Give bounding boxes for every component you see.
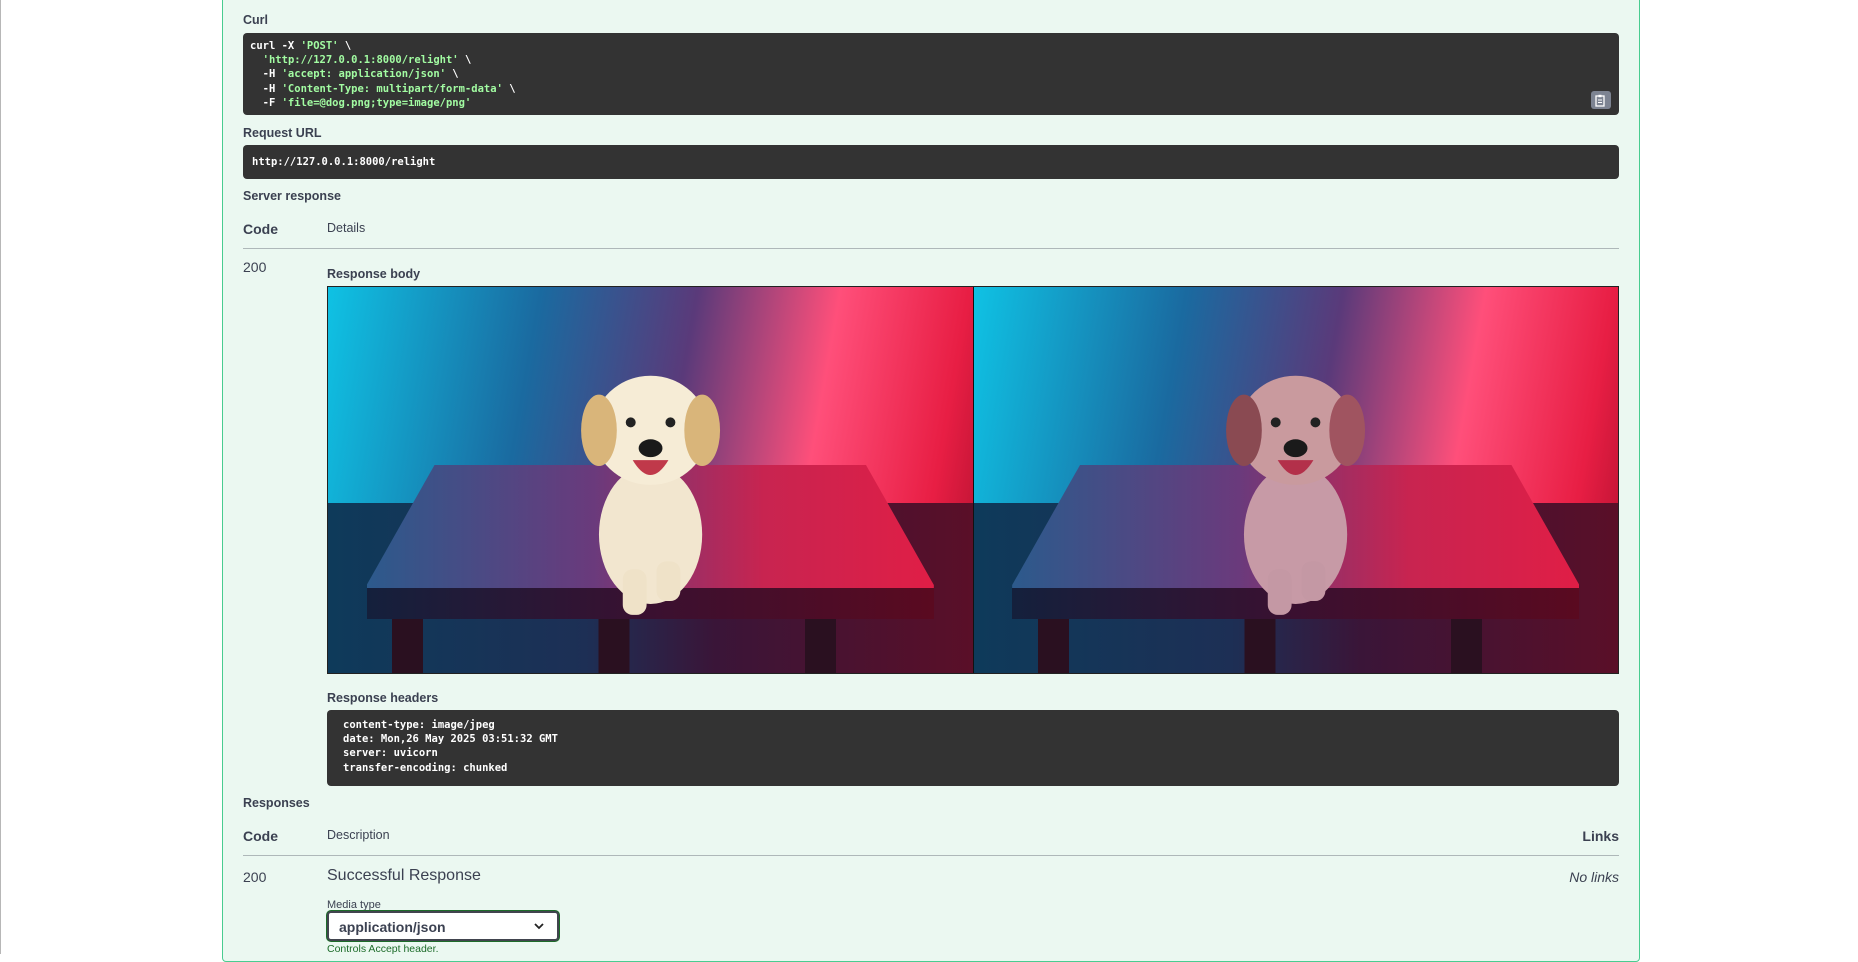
window-left-edge	[0, 0, 1, 954]
table-divider	[243, 248, 1619, 249]
response-status-code: 200	[243, 259, 267, 275]
response-description: Successful Response	[327, 867, 481, 884]
response-body-label: Response body	[327, 267, 421, 281]
request-url-block[interactable]: http://127.0.0.1:8000/relight	[243, 145, 1619, 179]
chevron-down-icon	[534, 923, 544, 930]
dog-figure	[580, 375, 720, 615]
original-image	[328, 287, 973, 673]
media-type-select[interactable]: application/json	[327, 911, 559, 941]
curl-line: -H 'Content-Type: multipart/form-data' \	[250, 82, 516, 95]
server-response-code-header: Code	[243, 221, 278, 237]
media-type-value: application/json	[339, 919, 446, 935]
header-line: transfer-encoding: chunked	[343, 761, 508, 774]
curl-label: Curl	[243, 13, 268, 27]
request-url-value: http://127.0.0.1:8000/relight	[252, 156, 436, 168]
controls-accept-header: Controls Accept header.	[327, 943, 439, 955]
table-divider	[243, 855, 1619, 856]
responses-links-header: Links	[1582, 828, 1619, 844]
clipboard-icon[interactable]	[1591, 91, 1611, 109]
curl-line: -F 'file=@dog.png;type=image/png'	[250, 96, 472, 109]
response-headers-block[interactable]: content-type: image/jpeg date: Mon,26 Ma…	[327, 710, 1619, 786]
server-response-details-header: Details	[327, 221, 366, 235]
curl-line: curl -X 'POST' \	[250, 40, 352, 52]
response-body-image	[327, 286, 1619, 674]
request-url-label: Request URL	[243, 126, 322, 140]
curl-code-block[interactable]: curl -X 'POST' \ 'http://127.0.0.1:8000/…	[243, 33, 1619, 115]
curl-line: 'http://127.0.0.1:8000/relight' \	[262, 54, 472, 67]
dog-figure-relit	[1226, 375, 1366, 615]
server-response-label: Server response	[243, 189, 341, 203]
response-code: 200	[243, 869, 267, 885]
relit-image	[972, 287, 1618, 673]
header-line: server: uvicorn	[343, 747, 438, 760]
curl-command: curl -X 'POST' \ 'http://127.0.0.1:8000/…	[250, 39, 1612, 110]
response-headers-label: Response headers	[327, 691, 439, 705]
response-links: No links	[1569, 869, 1619, 885]
responses-label: Responses	[243, 796, 310, 810]
responses-code-header: Code	[243, 828, 278, 844]
header-line: content-type: image/jpeg	[343, 719, 495, 731]
header-line: date: Mon,26 May 2025 03:51:32 GMT	[343, 733, 558, 746]
curl-line: -H 'accept: application/json' \	[250, 68, 459, 81]
responses-description-header: Description	[327, 828, 390, 842]
media-type-label: Media type	[327, 899, 381, 911]
operation-block: Curl curl -X 'POST' \ 'http://127.0.0.1:…	[222, 0, 1640, 962]
